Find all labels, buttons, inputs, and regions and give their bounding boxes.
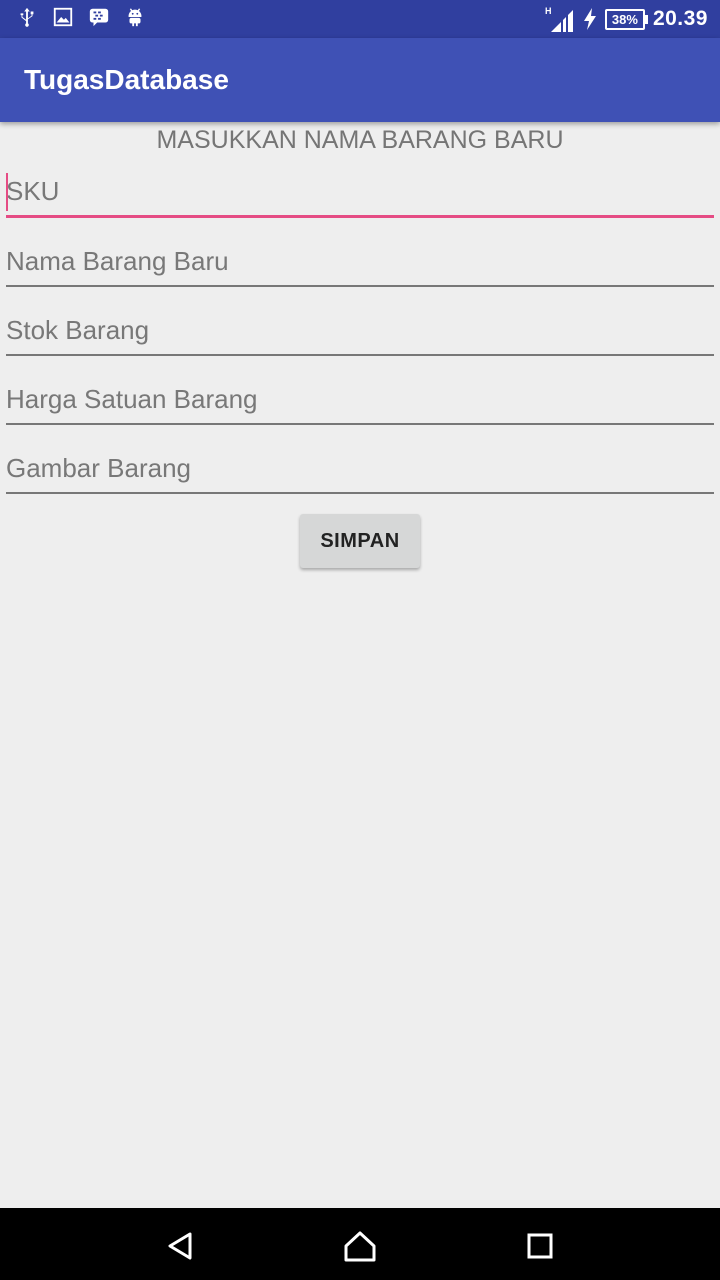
status-bar: H 38% 20.39 xyxy=(0,0,720,38)
image-icon xyxy=(53,7,73,27)
charging-icon xyxy=(583,8,596,30)
signal-icon: H xyxy=(545,6,573,32)
recents-icon[interactable] xyxy=(520,1226,560,1266)
app-title: TugasDatabase xyxy=(24,64,229,95)
network-type-label: H xyxy=(545,6,552,16)
android-icon xyxy=(128,8,142,27)
stok-barang-field[interactable] xyxy=(6,306,714,356)
nama-barang-field[interactable] xyxy=(6,237,714,287)
navigation-bar xyxy=(0,1208,720,1280)
nama-barang-input[interactable] xyxy=(6,237,714,285)
battery-icon: 38% xyxy=(604,8,648,30)
bbm-icon xyxy=(89,8,109,27)
sku-field[interactable] xyxy=(6,168,714,218)
text-cursor xyxy=(6,173,8,211)
gambar-barang-field[interactable] xyxy=(6,444,714,494)
stok-barang-input[interactable] xyxy=(6,306,714,354)
battery-level: 38% xyxy=(611,11,638,27)
simpan-button[interactable]: SIMPAN xyxy=(300,514,420,568)
usb-icon xyxy=(20,7,34,27)
clock: 20.39 xyxy=(652,7,708,30)
app-bar: TugasDatabase xyxy=(0,38,720,122)
home-icon[interactable] xyxy=(340,1226,380,1266)
gambar-barang-input[interactable] xyxy=(6,444,714,492)
harga-satuan-input[interactable] xyxy=(6,375,714,423)
harga-satuan-field[interactable] xyxy=(6,375,714,425)
sku-input[interactable] xyxy=(6,168,714,215)
form-heading: MASUKKAN NAMA BARANG BARU xyxy=(156,126,564,154)
back-icon[interactable] xyxy=(160,1226,200,1266)
